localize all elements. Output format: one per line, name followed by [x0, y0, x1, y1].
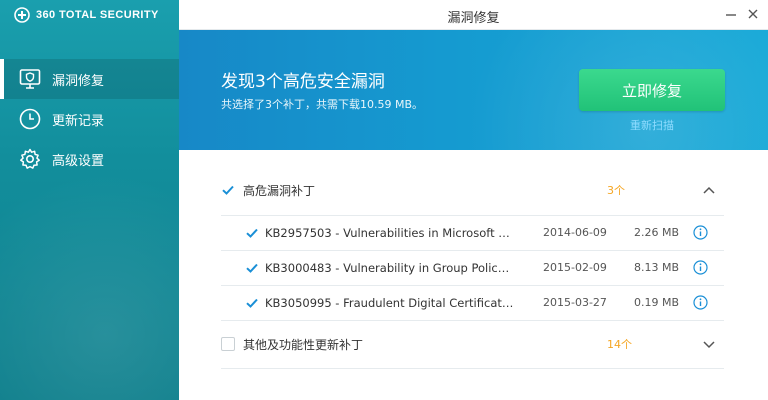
- table-row[interactable]: KB3000483 - Vulnerability in Group Polic…: [221, 250, 724, 285]
- group-header-other[interactable]: 其他及功能性更新补丁 14个: [221, 328, 724, 360]
- sidebar: 360 TOTAL SECURITY 漏洞修复 更新记录 高级设置: [0, 0, 179, 400]
- checkmark-icon: [246, 228, 258, 238]
- patch-date: 2015-03-27: [543, 296, 607, 309]
- scan-summary: 共选择了3个补丁，共需下载10.59 MB。: [221, 98, 424, 111]
- group-count: 3个: [607, 184, 625, 197]
- patch-size: 8.13 MB: [634, 261, 680, 274]
- fix-now-button[interactable]: 立即修复: [579, 69, 725, 111]
- patch-size: 2.26 MB: [634, 226, 680, 239]
- divider: [221, 368, 724, 369]
- monitor-shield-icon: [19, 69, 41, 89]
- patch-checkbox[interactable]: [245, 260, 259, 275]
- patch-size: 0.19 MB: [634, 296, 680, 309]
- patch-date: 2014-06-09: [543, 226, 607, 239]
- info-icon[interactable]: [693, 260, 708, 275]
- patch-checkbox[interactable]: [245, 295, 259, 310]
- sidebar-item-label: 更新记录: [52, 113, 105, 129]
- patch-name: KB3000483 - Vulnerability in Group Polic…: [265, 260, 515, 275]
- clock-icon: [19, 108, 41, 130]
- divider: [221, 320, 724, 321]
- close-icon: [748, 9, 758, 19]
- group-label: 其他及功能性更新补丁: [243, 337, 364, 352]
- group-checkbox-other[interactable]: [221, 337, 235, 351]
- rescan-link[interactable]: 重新扫描: [630, 117, 674, 133]
- gear-icon: [20, 148, 40, 169]
- minimize-button[interactable]: [723, 6, 739, 22]
- table-row[interactable]: KB2957503 - Vulnerabilities in Microsoft…: [221, 215, 724, 250]
- sidebar-item-vuln-fix[interactable]: 漏洞修复: [0, 59, 179, 99]
- scan-headline: 发现3个高危安全漏洞: [221, 72, 385, 92]
- info-icon[interactable]: [693, 225, 708, 240]
- sidebar-nav: 漏洞修复 更新记录 高级设置: [0, 59, 179, 179]
- patch-name: KB2957503 - Vulnerabilities in Microsoft…: [265, 225, 515, 240]
- checkmark-icon: [222, 185, 234, 195]
- close-button[interactable]: [745, 6, 761, 22]
- window-title: 漏洞修复: [447, 11, 500, 26]
- chevron-down-icon[interactable]: [702, 337, 716, 351]
- checkmark-icon: [246, 263, 258, 273]
- sidebar-item-advanced-settings[interactable]: 高级设置: [0, 139, 179, 179]
- group-header-critical[interactable]: 高危漏洞补丁 3个: [221, 174, 724, 206]
- scan-result-banner: 发现3个高危安全漏洞 共选择了3个补丁，共需下载10.59 MB。 立即修复 重…: [179, 30, 768, 150]
- sidebar-item-label: 漏洞修复: [52, 73, 105, 89]
- group-checkbox-critical[interactable]: [221, 183, 235, 197]
- patch-name: KB3050995 - Fraudulent Digital Certifica…: [265, 295, 515, 310]
- patch-date: 2015-02-09: [543, 261, 607, 274]
- brand: 360 TOTAL SECURITY: [14, 7, 159, 23]
- checkmark-icon: [246, 298, 258, 308]
- sidebar-item-update-history[interactable]: 更新记录: [0, 99, 179, 139]
- group-label: 高危漏洞补丁: [243, 183, 316, 198]
- chevron-up-icon[interactable]: [702, 183, 716, 197]
- patch-checkbox[interactable]: [245, 225, 259, 240]
- logo-plus-icon: [14, 7, 30, 23]
- brand-name: 360 TOTAL SECURITY: [36, 9, 159, 21]
- group-count: 14个: [607, 338, 632, 351]
- title-bar: 漏洞修复: [179, 0, 768, 30]
- sidebar-item-label: 高级设置: [52, 153, 105, 169]
- patch-list: 高危漏洞补丁 3个 KB2957503 - Vulnerabilities in…: [179, 150, 768, 400]
- minimize-icon: [726, 14, 736, 16]
- table-row[interactable]: KB3050995 - Fraudulent Digital Certifica…: [221, 285, 724, 320]
- info-icon[interactable]: [693, 295, 708, 310]
